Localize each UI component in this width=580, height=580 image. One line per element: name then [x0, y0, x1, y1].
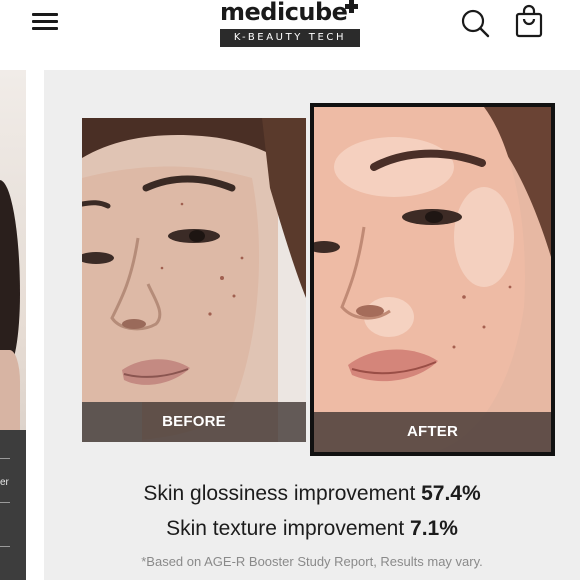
- stat-value: 57.4%: [421, 482, 481, 505]
- previous-slide-panel: [0, 430, 26, 580]
- before-after-slide: BEFORE AFTER Skin glossiness improvement…: [44, 70, 580, 580]
- stat-label: Skin texture improvement: [166, 517, 411, 540]
- brand-logo[interactable]: medicube K-BEAUTY TECH: [218, 0, 363, 50]
- before-photo: BEFORE: [82, 118, 306, 442]
- search-icon[interactable]: [460, 8, 490, 38]
- before-label: BEFORE: [82, 402, 306, 442]
- hamburger-menu-icon[interactable]: [32, 12, 58, 32]
- stat-texture: Skin texture improvement 7.1%: [44, 517, 580, 541]
- plus-cross-icon: [345, 0, 358, 13]
- divider: [0, 458, 10, 459]
- site-header: medicube K-BEAUTY TECH: [0, 0, 580, 70]
- divider: [0, 502, 10, 503]
- after-photo-frame: AFTER: [310, 103, 555, 456]
- stat-glossiness: Skin glossiness improvement 57.4%: [44, 482, 580, 506]
- shopping-bag-icon[interactable]: [514, 4, 544, 38]
- divider: [0, 546, 10, 547]
- previous-slide-peek[interactable]: er: [0, 70, 26, 580]
- brand-name: medicube: [220, 0, 348, 26]
- disclaimer-text: *Based on AGE-R Booster Study Report, Re…: [141, 554, 483, 569]
- after-label: AFTER: [314, 412, 551, 452]
- after-photo: AFTER: [314, 107, 551, 452]
- previous-slide-text: er: [0, 477, 9, 488]
- stat-value: 7.1%: [410, 517, 458, 540]
- stat-label: Skin glossiness improvement: [143, 482, 422, 505]
- skin-shape: [0, 350, 20, 430]
- brand-tagline: K-BEAUTY TECH: [220, 29, 360, 47]
